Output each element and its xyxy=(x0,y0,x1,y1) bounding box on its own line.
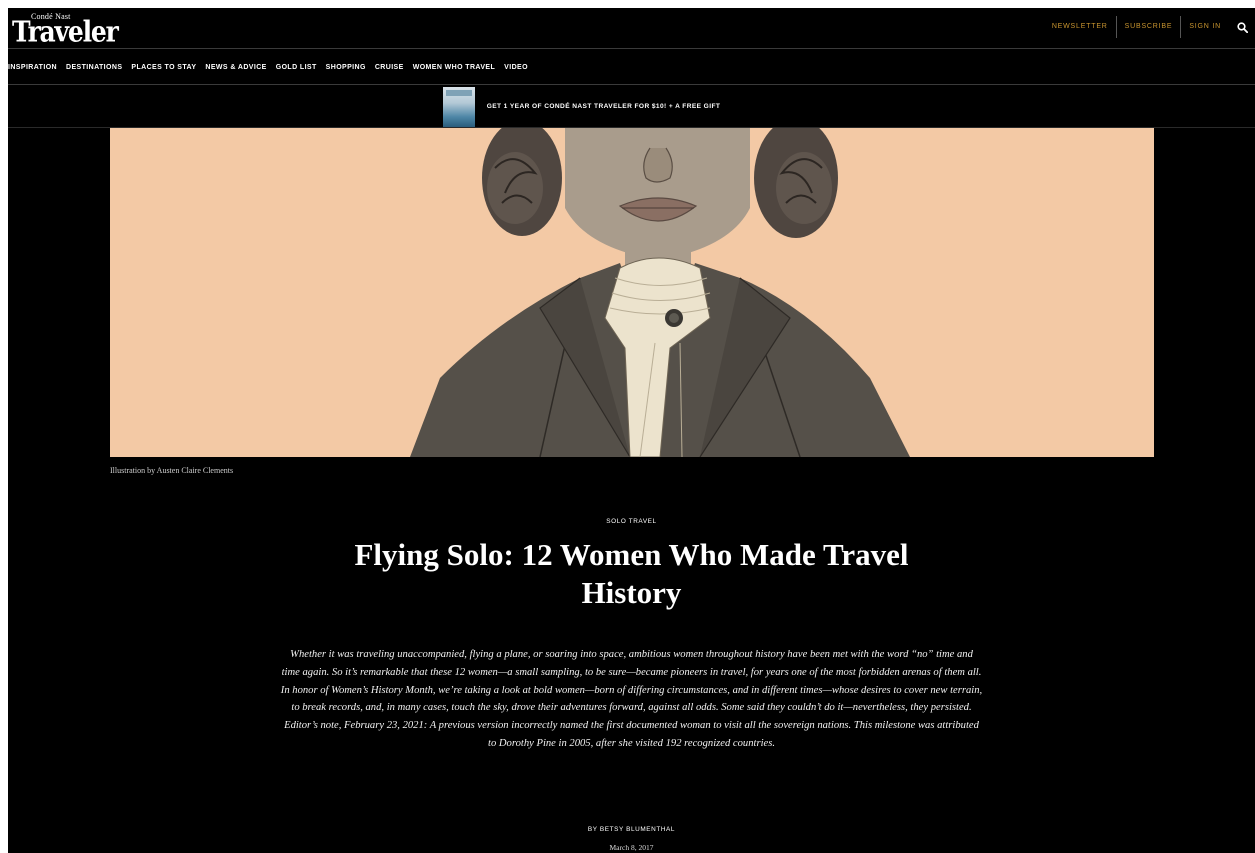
search-icon[interactable] xyxy=(1229,16,1255,38)
logo-wordmark: Traveler xyxy=(12,15,119,49)
portrait-illustration xyxy=(110,128,1154,457)
article-headline: Flying Solo: 12 Women Who Made Travel Hi… xyxy=(354,537,909,610)
nav-item-destinations[interactable]: DESTINATIONS xyxy=(66,64,122,71)
article-dek: Whether it was traveling unaccompanied, … xyxy=(280,649,983,749)
site-header: Condé Nast Traveler NEWSLETTER SUBSCRIBE… xyxy=(8,8,1255,49)
nav-item-gold-list[interactable]: GOLD LIST xyxy=(276,64,317,71)
utility-nav: NEWSLETTER SUBSCRIBE SIGN IN xyxy=(1044,14,1255,40)
nav-item-inspiration[interactable]: INSPIRATION xyxy=(8,64,57,71)
nav-item-news-advice[interactable]: NEWS & ADVICE xyxy=(205,64,266,71)
subscribe-link[interactable]: SUBSCRIBE xyxy=(1117,16,1182,38)
nav-item-women-who-travel[interactable]: WOMEN WHO TRAVEL xyxy=(413,64,495,71)
nav-item-places-to-stay[interactable]: PLACES TO STAY xyxy=(131,64,196,71)
hero-caption: Illustration by Austen Claire Clements xyxy=(110,466,234,475)
newsletter-link[interactable]: NEWSLETTER xyxy=(1044,16,1117,38)
nav-item-shopping[interactable]: SHOPPING xyxy=(326,64,366,71)
nav-item-video[interactable]: VIDEO xyxy=(504,64,528,71)
article-date: March 8, 2017 xyxy=(609,843,654,852)
page: Condé Nast Traveler NEWSLETTER SUBSCRIBE… xyxy=(8,8,1255,853)
magazine-cover-thumbnail xyxy=(442,86,475,127)
nav-item-cruise[interactable]: CRUISE xyxy=(375,64,404,71)
promo-text: GET 1 YEAR OF CONDÉ NAST TRAVELER FOR $1… xyxy=(486,103,721,110)
hero-illustration xyxy=(110,128,1154,457)
article-byline[interactable]: BY BETSY BLUMENTHAL xyxy=(8,826,1255,833)
site-logo[interactable]: Condé Nast Traveler xyxy=(12,12,119,48)
subscription-promo[interactable]: GET 1 YEAR OF CONDÉ NAST TRAVELER FOR $1… xyxy=(8,86,1255,128)
sign-in-link[interactable]: SIGN IN xyxy=(1181,16,1229,38)
article-rubric[interactable]: SOLO TRAVEL xyxy=(8,518,1255,525)
main-nav: INSPIRATION DESTINATIONS PLACES TO STAY NEW… xyxy=(8,50,1255,85)
